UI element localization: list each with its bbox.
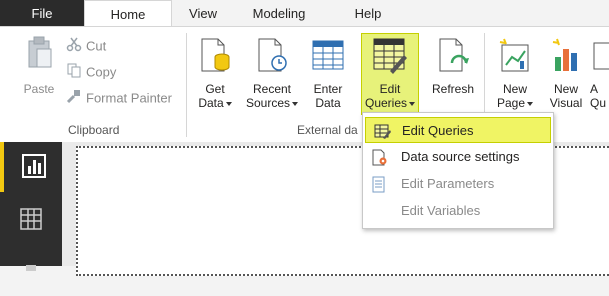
external-data-group-label: External da bbox=[297, 123, 358, 137]
new-page-label-2: Page bbox=[496, 96, 526, 110]
tab-help[interactable]: Help bbox=[342, 0, 394, 27]
recent-sources-label-2: Sources bbox=[245, 96, 291, 110]
cut-button[interactable]: Cut bbox=[66, 36, 106, 56]
menu-item-label: Edit Parameters bbox=[401, 176, 495, 191]
new-visual-label-1: New bbox=[553, 82, 578, 96]
refresh-button[interactable]: Refresh bbox=[428, 37, 478, 96]
scissors-icon bbox=[66, 36, 82, 58]
tab-view[interactable]: View bbox=[172, 0, 234, 27]
enter-data-label-1: Enter bbox=[313, 82, 343, 96]
chevron-down-icon bbox=[292, 101, 299, 106]
recent-sources-button[interactable]: Recent Sources bbox=[242, 37, 302, 110]
get-data-label-1: Get bbox=[205, 82, 225, 96]
tab-file[interactable]: File bbox=[0, 0, 84, 27]
menu-item-label: Edit Queries bbox=[402, 123, 474, 138]
edit-queries-label-1: Edit bbox=[379, 82, 401, 96]
format-painter-label: Format Painter bbox=[86, 90, 172, 106]
edit-queries-label-2: Queries bbox=[364, 96, 408, 110]
copy-label: Copy bbox=[86, 64, 117, 80]
refresh-label: Refresh bbox=[431, 82, 475, 96]
new-page-label-1: New bbox=[502, 82, 527, 96]
menu-item-label: Edit Variables bbox=[401, 203, 481, 218]
copy-button[interactable]: Copy bbox=[66, 62, 116, 82]
tab-home[interactable]: Home bbox=[84, 0, 172, 27]
view-switcher-rail bbox=[0, 142, 62, 271]
menu-item-edit-variables[interactable]: Edit Variables bbox=[363, 198, 553, 224]
grid-icon bbox=[20, 208, 42, 233]
ask-question-label-2: Qu bbox=[590, 96, 607, 110]
new-page-button[interactable]: New Page bbox=[490, 37, 540, 110]
ask-question-label-1: A bbox=[590, 82, 599, 96]
tab-modeling[interactable]: Modeling bbox=[236, 0, 322, 27]
clipboard-icon bbox=[14, 35, 64, 78]
menu-item-edit-parameters[interactable]: Edit Parameters bbox=[363, 171, 553, 197]
group-separator bbox=[186, 33, 187, 137]
recent-sources-label-1: Recent bbox=[252, 82, 292, 96]
edit-queries-button[interactable]: Edit Queries bbox=[361, 37, 419, 110]
model-view-button[interactable] bbox=[0, 246, 62, 296]
chevron-down-icon bbox=[527, 101, 534, 106]
enter-data-button[interactable]: Enter Data bbox=[306, 37, 350, 110]
chevron-down-icon bbox=[225, 101, 232, 106]
enter-data-label-2: Data bbox=[315, 96, 341, 110]
report-icon bbox=[22, 154, 46, 181]
chevron-down-icon bbox=[409, 101, 416, 106]
ribbon-tab-bar: File Home View Modeling Help bbox=[0, 0, 609, 27]
paste-button[interactable]: Paste bbox=[14, 35, 64, 96]
format-painter-button[interactable]: Format Painter bbox=[66, 88, 172, 108]
clipboard-group-label: Clipboard bbox=[68, 123, 120, 137]
menu-item-data-source-settings[interactable]: Data source settings bbox=[363, 144, 553, 170]
cut-label: Cut bbox=[86, 38, 107, 54]
clock-icon bbox=[242, 37, 302, 78]
question-icon bbox=[590, 37, 609, 78]
edit-queries-dropdown-menu: Edit Queries Data source settings Edit P… bbox=[362, 112, 554, 229]
menu-item-label: Data source settings bbox=[401, 149, 520, 164]
database-icon bbox=[194, 37, 236, 78]
paintbrush-icon bbox=[66, 88, 82, 110]
ask-question-button[interactable]: A Qu bbox=[590, 37, 609, 110]
table-icon bbox=[306, 37, 350, 78]
data-view-button[interactable] bbox=[0, 194, 62, 244]
menu-item-edit-queries[interactable]: Edit Queries bbox=[365, 117, 551, 143]
paste-label: Paste bbox=[23, 82, 55, 96]
get-data-button[interactable]: Get Data bbox=[194, 37, 236, 110]
get-data-label-2: Data bbox=[198, 96, 224, 110]
new-visual-button[interactable]: New Visual bbox=[544, 37, 588, 110]
model-icon bbox=[26, 260, 36, 274]
refresh-icon bbox=[428, 37, 478, 78]
report-view-button[interactable] bbox=[0, 142, 62, 192]
new-page-icon bbox=[490, 37, 540, 78]
edit-table-icon bbox=[361, 37, 419, 78]
bar-chart-icon bbox=[544, 37, 588, 78]
new-visual-label-2: Visual bbox=[549, 96, 583, 110]
copy-icon bbox=[66, 62, 82, 84]
